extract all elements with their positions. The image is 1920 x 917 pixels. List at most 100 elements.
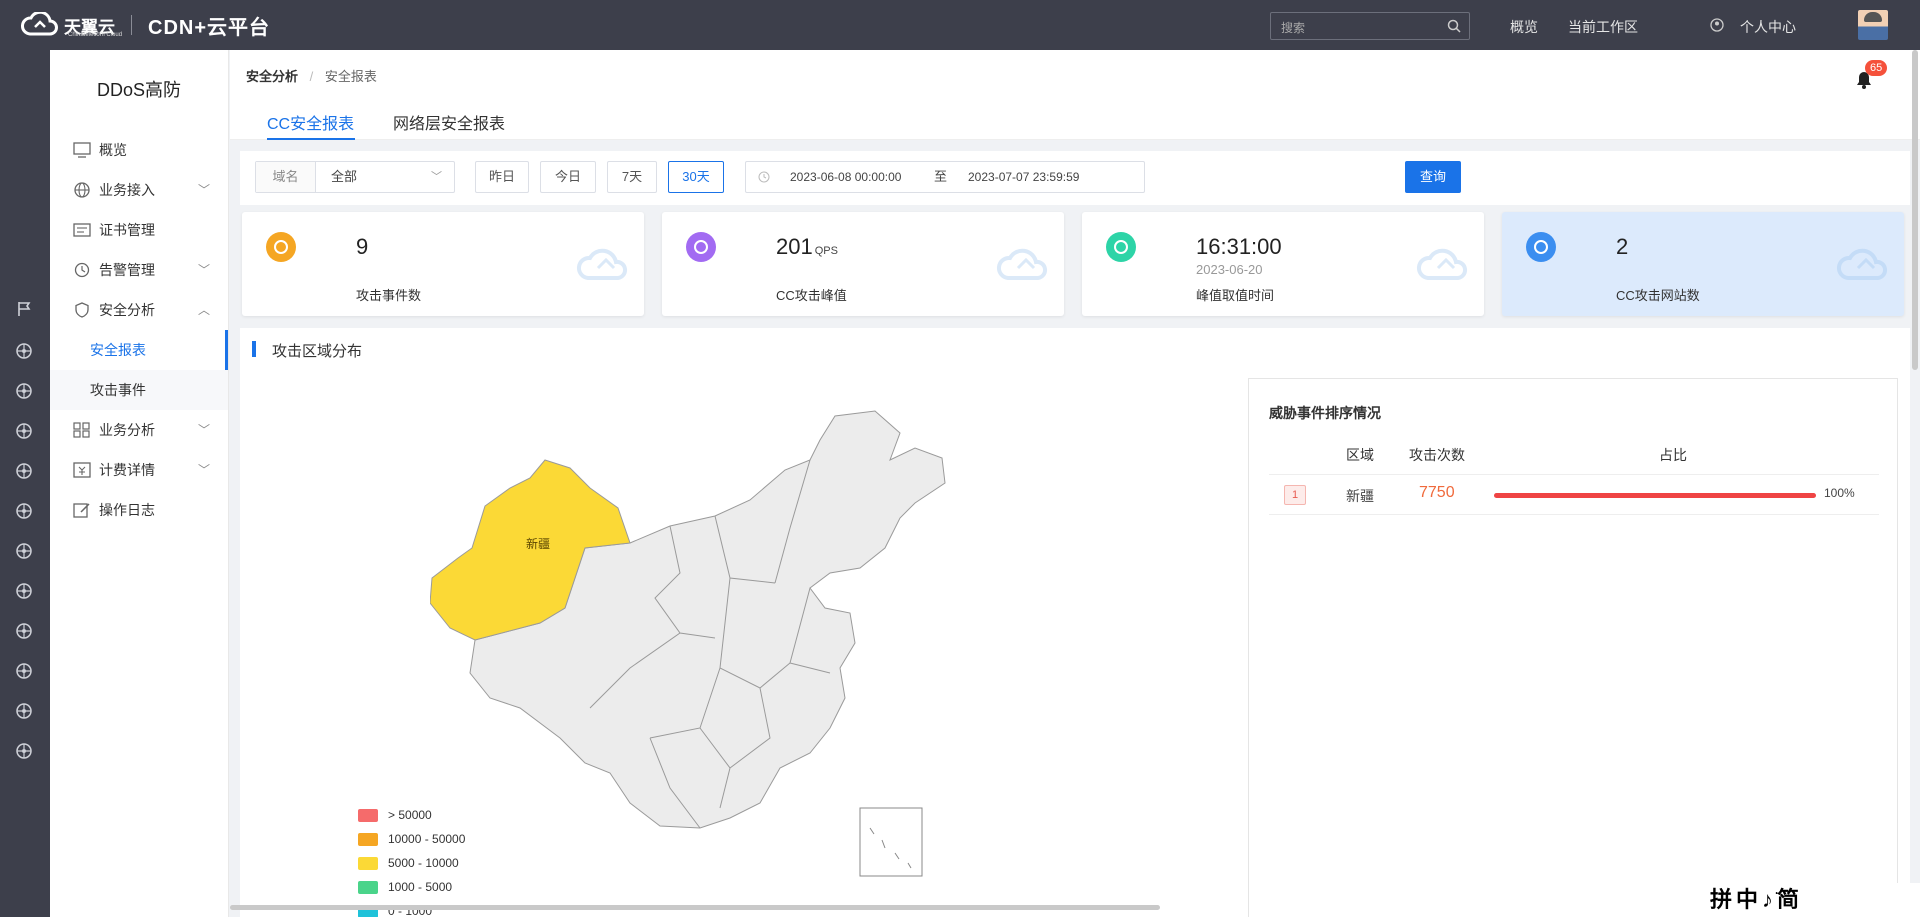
domain-value: 全部 [331,169,358,184]
chevron-down-icon: ﹀ [197,463,210,477]
flag-icon[interactable] [15,300,33,318]
certificate-icon [73,223,91,237]
ratio-bar [1494,493,1816,498]
sidebar-item-overview[interactable]: 概览 [50,130,228,170]
globe-icon [74,182,90,198]
legend-swatch [358,833,378,846]
sidebar-item-security-analysis[interactable]: 安全分析 ︿ [50,290,228,330]
end-date[interactable]: 2023-07-07 23:59:59 [968,162,1079,192]
sidebar-item-certificates[interactable]: 证书管理 [50,210,228,250]
clock-icon [758,171,770,183]
avatar[interactable] [1858,10,1888,40]
cloud-watermark-icon [577,248,628,280]
legend-item[interactable]: 10000 - 50000 [358,827,465,851]
attack-region-panel: 攻击区域分布 新疆 > 50000 10000 - 50000 5000 - 1… [240,328,1910,917]
panel-title: 攻击区域分布 [252,340,362,361]
sidebar-item-label: 业务接入 [99,182,155,198]
chevron-down-icon: ﹀ [431,171,442,183]
stat-card-peak-time: 16:31:00 2023-06-20 峰值取值时间 [1082,212,1484,316]
monitor-icon [73,142,91,158]
date-range-picker[interactable]: 2023-06-08 00:00:00 至 2023-07-07 23:59:5… [745,161,1145,193]
nav-overview-link[interactable]: 概览 [1510,17,1538,37]
stat-value: 16:31:00 [1196,234,1282,259]
chevron-down-icon: ﹀ [197,263,210,277]
sidebar-item-label: 业务分析 [99,422,155,438]
sidebar-subitem-security-report[interactable]: 安全报表 [50,330,228,370]
horizontal-scrollbar[interactable] [230,905,1160,910]
domain-select[interactable]: 域名 全部 ﹀ [255,161,455,193]
filter-bar: 域名 全部 ﹀ 昨日 今日 7天 30天 2023-06-08 00:00:00… [240,151,1910,205]
main-content: 安全分析 / 安全报表 65 CC安全报表 网络层安全报表 域名 全部 ﹀ 昨日… [230,50,1920,917]
sidebar-item-label: 安全分析 [99,302,155,318]
range-today-button[interactable]: 今日 [540,161,596,193]
row-region: 新疆 [1346,488,1374,504]
sidebar-item-label: 概览 [99,142,127,158]
alarm-icon [74,262,90,278]
rail-app-icon-7[interactable] [15,582,33,600]
column-header-count: 攻击次数 [1409,447,1465,463]
tab-active-indicator [267,138,355,140]
website-icon [1526,232,1556,262]
tab-cc-report[interactable]: CC安全报表 [267,110,354,134]
cloud-logo-icon [21,12,58,36]
search-input[interactable]: 搜索 [1270,12,1470,40]
search-icon[interactable] [1447,19,1461,33]
map-legend: > 50000 10000 - 50000 5000 - 10000 1000 … [358,803,465,917]
rail-app-icon-3[interactable] [15,422,33,440]
cloud-watermark-icon [997,248,1048,280]
breadcrumb-parent[interactable]: 安全分析 [246,69,298,84]
orbit-icon [686,232,716,262]
brand-logo[interactable]: 天翼云 Chinatelecom Cloud CDN+云平台 [20,11,270,40]
vertical-scrollbar[interactable] [1912,50,1918,370]
rail-app-icon-10[interactable] [15,702,33,720]
grid-icon [73,422,90,438]
stat-label: 峰值取值时间 [1196,288,1275,303]
range-7days-button[interactable]: 7天 [607,161,657,193]
query-button[interactable]: 查询 [1405,161,1461,193]
rail-app-icon-2[interactable] [15,382,33,400]
legend-swatch [358,881,378,894]
breadcrumb-current: 安全报表 [324,69,377,84]
search-placeholder: 搜索 [1281,21,1306,35]
domain-label: 域名 [256,162,316,192]
left-rail [0,50,50,917]
rail-app-icon-4[interactable] [15,462,33,480]
rail-app-icon-11[interactable] [15,742,33,760]
sidebar-item-label: 计费详情 [99,462,155,478]
legend-item[interactable]: > 50000 [358,803,465,827]
sidebar-item-business-analysis[interactable]: 业务分析 ﹀ [50,410,228,450]
nav-workspace-link[interactable]: 当前工作区 [1568,17,1638,37]
sidebar-item-operation-log[interactable]: 操作日志 [50,490,228,530]
range-30days-button[interactable]: 30天 [668,161,724,193]
stat-label: CC攻击网站数 [1616,288,1700,303]
sidebar-item-alarms[interactable]: 告警管理 ﹀ [50,250,228,290]
stat-card-attack-events: 9 攻击事件数 [242,212,644,316]
threat-ranking-panel: 威胁事件排序情况 区域 攻击次数 占比 1 新疆 7750 100% [1248,378,1898,917]
logo-divider [131,15,132,35]
sidebar-item-access[interactable]: 业务接入 ﹀ [50,170,228,210]
ime-toolbar[interactable]: 拼中♪͘简 [1700,883,1920,917]
rail-app-icon-8[interactable] [15,622,33,640]
rail-app-icon-6[interactable] [15,542,33,560]
china-map[interactable]: 新疆 [430,408,1130,878]
rail-app-icon-5[interactable] [15,502,33,520]
rail-app-icon-1[interactable] [15,342,33,360]
product-name: CDN+云平台 [148,16,271,39]
legend-swatch [358,857,378,870]
rail-app-icon-9[interactable] [15,662,33,680]
sidebar-item-billing[interactable]: 计费详情 ﹀ [50,450,228,490]
table-row[interactable]: 1 新疆 7750 100% [1269,475,1879,515]
start-date[interactable]: 2023-06-08 00:00:00 [790,162,901,192]
stat-card-attacked-sites: 2 CC攻击网站数 [1502,212,1904,316]
row-count: 7750 [1419,484,1455,501]
tab-network-report[interactable]: 网络层安全报表 [393,110,505,134]
range-yesterday-button[interactable]: 昨日 [475,161,529,193]
sidebar-subitem-attack-events[interactable]: 攻击事件 [50,370,228,410]
map-label-xinjiang: 新疆 [526,536,550,551]
column-header-region: 区域 [1346,447,1374,463]
legend-swatch [358,809,378,822]
legend-item[interactable]: 1000 - 5000 [358,875,465,899]
legend-item[interactable]: 5000 - 10000 [358,851,465,875]
nav-personal-link[interactable]: 个人中心 [1740,17,1796,37]
sidebar-item-label: 操作日志 [99,502,155,518]
